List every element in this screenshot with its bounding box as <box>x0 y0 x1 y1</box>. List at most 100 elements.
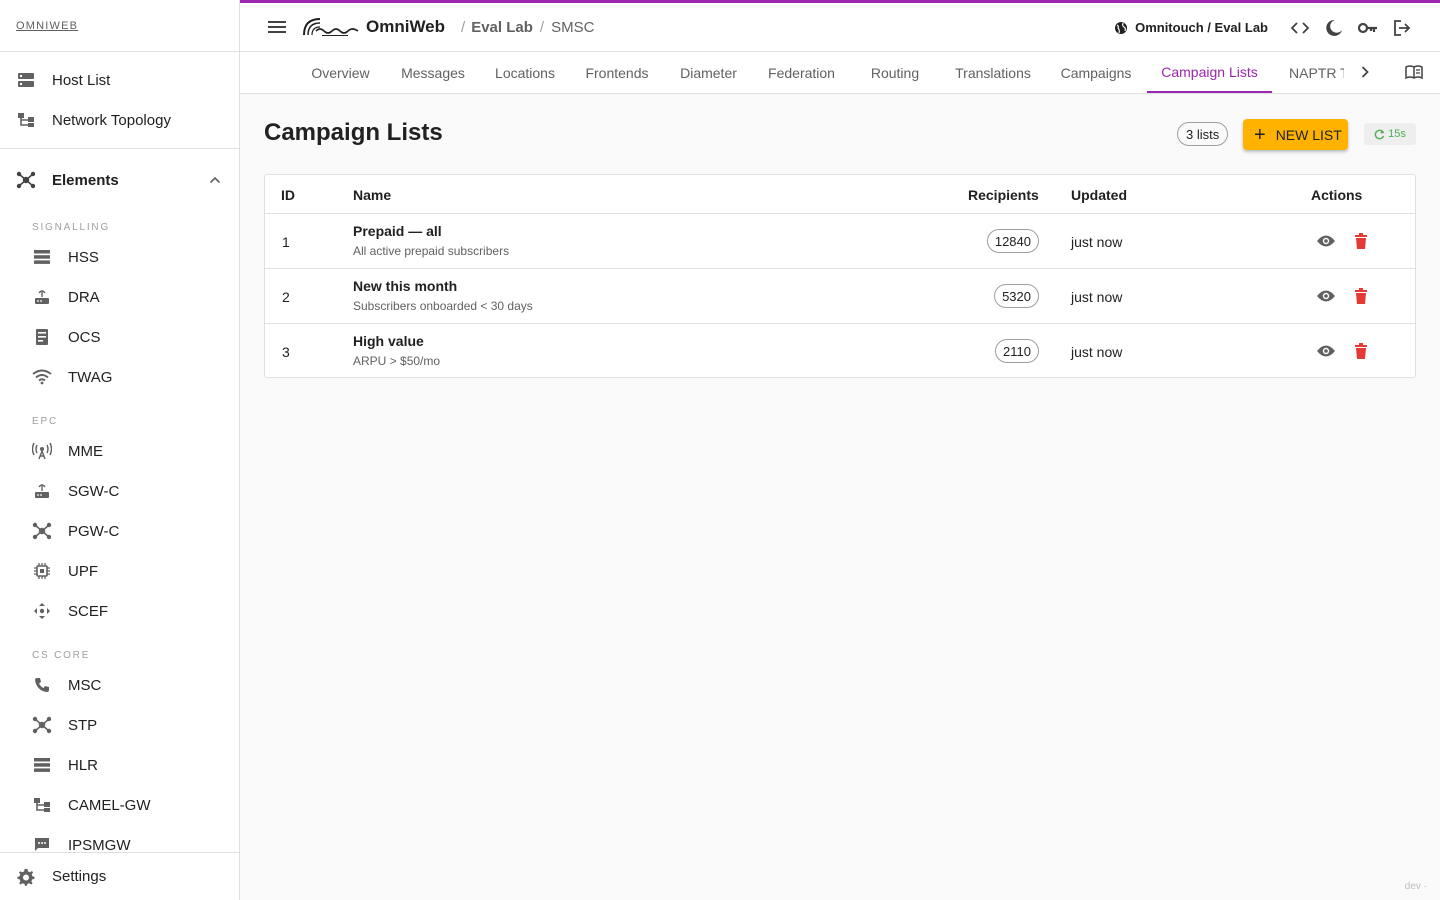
view-icon[interactable] <box>1315 285 1337 307</box>
phone-icon <box>32 675 52 695</box>
tab-translations[interactable]: Translations <box>942 52 1044 93</box>
docs-icon[interactable] <box>1404 62 1424 82</box>
delete-icon[interactable] <box>1351 340 1371 362</box>
sidebar-item-label: Network Topology <box>52 111 171 129</box>
column-header-recipients[interactable]: Recipients <box>968 187 1039 203</box>
sidebar: OMNIWEB Host List Network Topology Eleme… <box>0 0 240 900</box>
sidebar-item-msc[interactable]: MSC <box>0 665 239 705</box>
row-name: New this month <box>353 278 458 294</box>
hub-icon <box>32 715 52 735</box>
new-list-button-label: NEW LIST <box>1275 126 1342 143</box>
tab-bar: Overview Messages Locations Frontends Di… <box>240 52 1440 94</box>
sidebar-item-label: SGW-C <box>68 482 120 500</box>
recipients-badge: 2110 <box>995 339 1039 363</box>
sidebar-item-label: MME <box>68 442 103 460</box>
sidebar-item-label: STP <box>68 716 98 734</box>
view-icon[interactable] <box>1315 230 1337 252</box>
breadcrumb-item[interactable]: Eval Lab <box>471 19 533 36</box>
sidebar-item-label: Host List <box>52 71 111 89</box>
column-header-updated[interactable]: Updated <box>1071 187 1127 203</box>
sidebar-item-stp[interactable]: STP <box>0 705 239 745</box>
elements-group-header[interactable]: Elements <box>0 157 239 203</box>
sidebar-item-camel-gw[interactable]: CAMEL-GW <box>0 785 239 825</box>
tab-locations[interactable]: Locations <box>483 52 567 93</box>
sidebar-item-settings[interactable]: Settings <box>0 852 239 900</box>
sidebar-item-dra[interactable]: DRA <box>0 277 239 317</box>
row-updated: just now <box>1071 234 1123 250</box>
sidebar-item-hlr[interactable]: HLR <box>0 745 239 785</box>
delete-icon[interactable] <box>1351 285 1371 307</box>
table-row[interactable]: 2 New this month Subscribers onboarded <… <box>265 268 1415 323</box>
campaign-lists-table: ID Name Recipients Updated Actions 1 Pre… <box>264 174 1416 378</box>
tab-frontends[interactable]: Frontends <box>573 52 661 93</box>
breadcrumb-separator: / <box>539 18 545 36</box>
sidebar-item-label: DRA <box>68 288 100 306</box>
list-count-badge: 3 lists <box>1177 122 1229 146</box>
auto-refresh-badge[interactable]: 15s <box>1364 123 1416 145</box>
logout-icon[interactable] <box>1390 16 1414 40</box>
sidebar-item-network-topology[interactable]: Network Topology <box>0 100 239 140</box>
chevron-right-icon[interactable] <box>1353 60 1377 84</box>
sidebar-item-host-list[interactable]: Host List <box>0 60 239 100</box>
sidebar-item-label: PGW-C <box>68 522 120 540</box>
key-icon[interactable] <box>1356 16 1380 40</box>
dark-mode-icon[interactable] <box>1322 16 1346 40</box>
tab-campaigns[interactable]: Campaigns <box>1050 52 1142 93</box>
brand: OMNIWEB <box>0 0 239 52</box>
wifi-icon <box>32 367 52 387</box>
sidebar-item-label: OCS <box>68 328 101 346</box>
table-row[interactable]: 1 Prepaid — all All active prepaid subsc… <box>265 213 1415 268</box>
tenant-selector[interactable]: Omnitouch / Eval Lab <box>1114 20 1268 35</box>
hub-icon <box>32 521 52 541</box>
new-list-button[interactable]: + NEW LIST <box>1243 119 1348 150</box>
delete-icon[interactable] <box>1351 230 1371 252</box>
column-header-name[interactable]: Name <box>353 187 391 203</box>
sidebar-item-twag[interactable]: TWAG <box>0 357 239 397</box>
topbar-actions: Omnitouch / Eval Lab <box>1114 3 1414 52</box>
code-icon[interactable] <box>1288 16 1312 40</box>
table-row[interactable]: 3 High value ARPU > $50/mo 2110 just now <box>265 323 1415 378</box>
sidebar-item-label: UPF <box>68 562 98 580</box>
router-icon <box>32 287 52 307</box>
sidebar-item-pgw-c[interactable]: PGW-C <box>0 511 239 551</box>
recipients-badge: 5320 <box>994 284 1039 308</box>
sidebar-item-mme[interactable]: MME <box>0 431 239 471</box>
hub-icon <box>16 170 36 190</box>
tab-routing[interactable]: Routing <box>855 52 935 93</box>
sidebar-item-upf[interactable]: UPF <box>0 551 239 591</box>
brand-link[interactable]: OMNIWEB <box>16 20 78 32</box>
refresh-icon <box>1374 129 1385 140</box>
sidebar-item-sgw-c[interactable]: SGW-C <box>0 471 239 511</box>
row-id: 2 <box>282 289 290 305</box>
column-header-actions: Actions <box>1311 187 1363 203</box>
sidebar-item-ocs[interactable]: OCS <box>0 317 239 357</box>
tab-overview[interactable]: Overview <box>300 52 381 93</box>
storage-icon <box>32 247 52 267</box>
sidebar-item-scef[interactable]: SCEF <box>0 591 239 631</box>
tab-federation[interactable]: Federation <box>755 52 848 93</box>
menu-icon[interactable] <box>265 15 289 39</box>
sidebar-item-hss[interactable]: HSS <box>0 237 239 277</box>
tab-naptr[interactable]: NAPTR T <box>1280 52 1344 93</box>
chevron-up-icon <box>209 171 221 189</box>
sidebar-item-label: CAMEL-GW <box>68 796 151 814</box>
recipients-badge: 12840 <box>986 229 1039 253</box>
section-label-cs-core: CS CORE <box>32 650 91 661</box>
sidebar-item-label: IPSMGW <box>68 836 131 854</box>
storage-icon <box>32 755 52 775</box>
tab-messages[interactable]: Messages <box>389 52 477 93</box>
view-icon[interactable] <box>1315 340 1337 362</box>
breadcrumb-item: SMSC <box>551 18 595 36</box>
column-header-id[interactable]: ID <box>281 187 295 203</box>
sidebar-item-label: SCEF <box>68 602 109 620</box>
antenna-icon <box>32 441 52 461</box>
settings-label: Settings <box>52 868 107 885</box>
topbar: OmniWeb / Eval Lab / SMSC Omnitouch / Ev… <box>240 0 1440 52</box>
tab-campaign-lists[interactable]: Campaign Lists <box>1147 52 1272 93</box>
arrows-icon <box>32 601 52 621</box>
sidebar-item-label: MSC <box>68 676 102 694</box>
plus-icon: + <box>1254 123 1266 146</box>
topology-icon <box>32 795 52 815</box>
tab-diameter[interactable]: Diameter <box>667 52 750 93</box>
dev-tag: dev · <box>1404 881 1427 892</box>
